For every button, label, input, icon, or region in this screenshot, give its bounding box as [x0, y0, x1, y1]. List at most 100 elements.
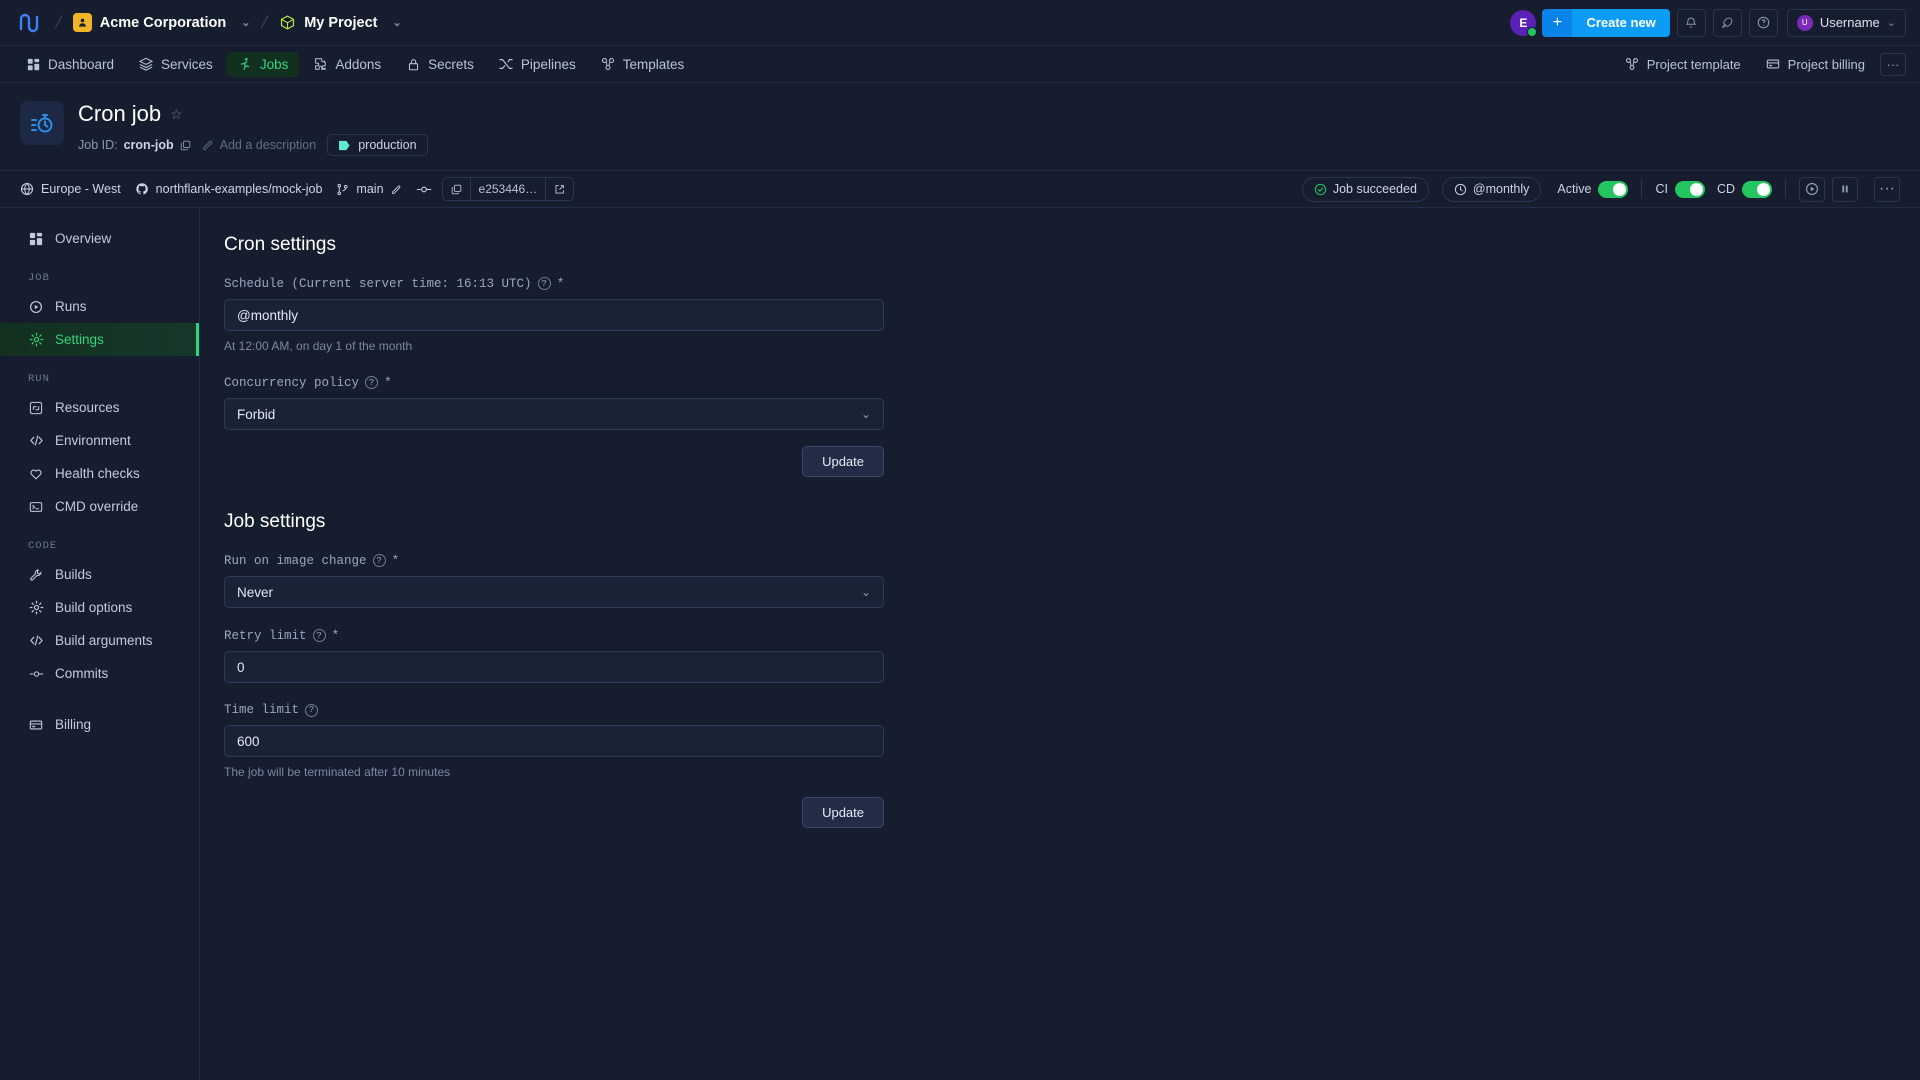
- concurrency-value: Forbid: [237, 406, 276, 422]
- job-update-button[interactable]: Update: [802, 797, 884, 828]
- schedule-badge[interactable]: @monthly: [1441, 176, 1542, 202]
- cron-settings-title: Cron settings: [224, 234, 336, 255]
- favorite-star-icon[interactable]: ☆: [170, 106, 183, 123]
- help-icon[interactable]: ?: [537, 277, 551, 290]
- settings-gear-icon: [28, 332, 44, 347]
- status-more-button[interactable]: ···: [1874, 176, 1900, 202]
- sidebar-item-build-arguments[interactable]: Build arguments: [0, 624, 199, 657]
- sidebar-item-settings[interactable]: Settings: [0, 323, 199, 356]
- runs-play-icon: [28, 300, 44, 314]
- time-limit-input[interactable]: 600: [224, 725, 884, 757]
- edit-icon: [202, 139, 214, 151]
- nav-item-templates[interactable]: Templates: [589, 52, 696, 77]
- help-icon[interactable]: ?: [305, 703, 319, 717]
- add-description-button[interactable]: Add a description: [202, 138, 317, 152]
- notifications-icon[interactable]: [1676, 8, 1706, 37]
- help-icon[interactable]: ?: [312, 629, 326, 642]
- commit-info: e253446…: [441, 177, 575, 201]
- project-chevron-down-icon[interactable]: ⌄: [393, 16, 402, 29]
- sidebar-item-cmd-override[interactable]: CMD override: [0, 490, 199, 523]
- region[interactable]: Europe - West: [20, 182, 121, 196]
- sidebar-item-environment[interactable]: Environment: [0, 424, 199, 457]
- copy-commit-icon[interactable]: [443, 178, 470, 200]
- environment-badge[interactable]: production: [327, 134, 428, 156]
- nav-label: Secrets: [428, 56, 474, 72]
- create-new-label: Create new: [1572, 8, 1670, 37]
- sidebar-item-resources[interactable]: Resources: [0, 391, 199, 424]
- nav-item-services[interactable]: Services: [127, 52, 224, 77]
- commit-hash[interactable]: e253446…: [469, 178, 546, 200]
- sidebar-item-health-checks[interactable]: Health checks: [0, 457, 199, 490]
- run-icon[interactable]: [1799, 176, 1825, 202]
- sidebar-item-commits[interactable]: Commits: [0, 657, 199, 690]
- sidebar-label: Build options: [55, 600, 133, 615]
- project-billing-button[interactable]: Project billing: [1756, 52, 1874, 77]
- branch[interactable]: main: [336, 182, 401, 196]
- environment-code-icon: [28, 433, 44, 448]
- project-template-button[interactable]: Project template: [1615, 52, 1750, 77]
- sidebar-item-runs[interactable]: Runs: [0, 290, 199, 323]
- required-marker: *: [331, 628, 340, 643]
- breadcrumb-org[interactable]: Acme Corporation ⌄: [72, 13, 250, 32]
- run-on-image-change-select[interactable]: Never ⌄: [224, 576, 884, 608]
- user-menu[interactable]: U Username ⌄: [1786, 8, 1906, 37]
- cron-update-button[interactable]: Update: [802, 446, 884, 477]
- concurrency-policy-select[interactable]: Forbid ⌄: [224, 398, 884, 430]
- sidebar: Overview JOB Runs Settings RUN Resources…: [0, 208, 200, 1080]
- nav-right-label: Project template: [1646, 56, 1741, 72]
- status-badge: Job succeeded: [1301, 176, 1429, 202]
- nav-item-jobs[interactable]: Jobs: [225, 51, 300, 77]
- nav-label: Services: [161, 56, 213, 72]
- run-on-image-change-label-row: Run on image change ? *: [224, 553, 884, 568]
- edit-pencil-icon[interactable]: [391, 184, 402, 195]
- repository[interactable]: northflank-examples/mock-job: [135, 182, 322, 196]
- org-chevron-down-icon[interactable]: ⌄: [241, 16, 250, 29]
- external-link-icon[interactable]: [545, 178, 573, 200]
- help-icon[interactable]: ?: [372, 554, 386, 567]
- add-description-label: Add a description: [219, 138, 317, 152]
- templates-icon: [600, 57, 616, 71]
- org-avatar-icon: [72, 13, 92, 32]
- breadcrumb-project[interactable]: My Project ⌄: [279, 14, 402, 31]
- job-id: Job ID: cron-job: [78, 138, 191, 152]
- pipelines-icon: [498, 57, 514, 71]
- retry-limit-input[interactable]: 0: [224, 651, 884, 683]
- nav-item-addons[interactable]: Addons: [301, 52, 392, 77]
- pause-icon[interactable]: [1832, 176, 1858, 202]
- time-limit-field: Time limit ? 600 The job will be termina…: [224, 703, 884, 779]
- top-bar: / Acme Corporation ⌄ / My Project ⌄ E + …: [0, 0, 1920, 46]
- globe-icon: [20, 182, 34, 196]
- sidebar-group-job: JOB: [28, 272, 50, 284]
- nav-label: Jobs: [259, 56, 289, 72]
- help-icon[interactable]: [1748, 8, 1778, 37]
- required-marker: *: [384, 375, 392, 390]
- time-limit-label-row: Time limit ?: [224, 703, 884, 717]
- branch-label: main: [356, 182, 384, 196]
- nav-item-dashboard[interactable]: Dashboard: [14, 52, 125, 77]
- cd-toggle[interactable]: [1742, 180, 1772, 198]
- sidebar-item-builds[interactable]: Builds: [0, 558, 199, 591]
- create-new-button[interactable]: + Create new: [1542, 8, 1670, 37]
- sidebar-item-overview[interactable]: Overview: [0, 222, 199, 255]
- environment-flag-icon: [338, 140, 351, 151]
- required-marker: *: [556, 276, 565, 291]
- nav-item-secrets[interactable]: Secrets: [394, 52, 485, 77]
- copy-icon[interactable]: [180, 140, 191, 151]
- nav-item-pipelines[interactable]: Pipelines: [487, 52, 587, 77]
- build-options-gear-icon: [28, 600, 44, 615]
- cron-job-icon: [20, 101, 64, 145]
- run-on-image-change-field: Run on image change ? * Never ⌄: [224, 553, 884, 608]
- avatar[interactable]: E: [1510, 9, 1538, 37]
- ci-toggle[interactable]: [1674, 180, 1705, 198]
- schedule-input[interactable]: @monthly: [224, 299, 884, 331]
- run-on-image-change-value: Never: [237, 584, 274, 600]
- schedule-field: Schedule (Current server time: 16:13 UTC…: [224, 276, 884, 353]
- sidebar-item-build-options[interactable]: Build options: [0, 591, 199, 624]
- lock-icon: [405, 58, 421, 71]
- northflank-logo-icon[interactable]: [14, 8, 44, 38]
- active-toggle[interactable]: [1598, 180, 1629, 198]
- sidebar-item-billing[interactable]: Billing: [0, 708, 199, 741]
- help-icon[interactable]: ?: [365, 376, 379, 389]
- whats-new-icon[interactable]: [1712, 8, 1742, 37]
- nav-more-button[interactable]: ···: [1880, 52, 1906, 76]
